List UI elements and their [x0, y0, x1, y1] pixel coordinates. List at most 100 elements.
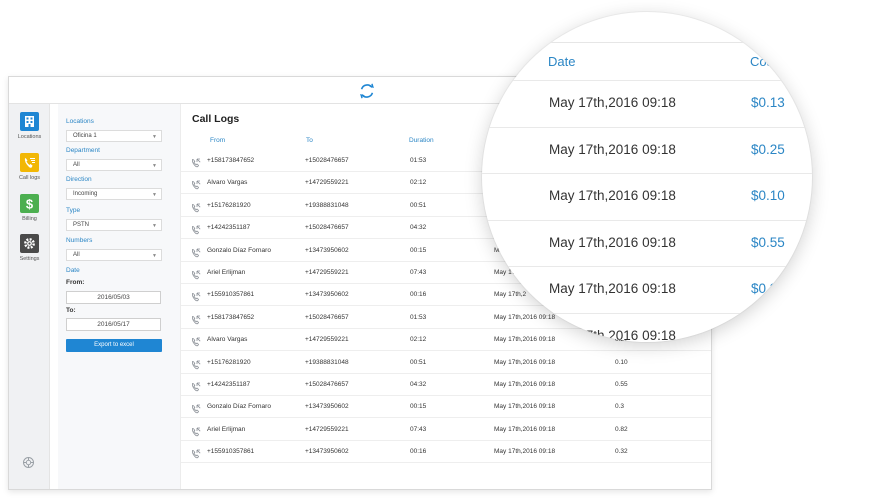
cell-from: +14242351187 — [207, 381, 251, 388]
cell-from: +15176281920 — [207, 358, 251, 366]
department-value: All — [73, 162, 80, 168]
cell-date: May 17th,2016 09:18 — [494, 381, 556, 388]
type-select[interactable]: PSTN ▼ — [66, 219, 162, 231]
page-title: Call Logs — [192, 113, 240, 125]
help-icon[interactable] — [22, 456, 35, 469]
cell-from: +158173847652 — [207, 157, 255, 164]
cell-duration: 02:12 — [410, 336, 427, 344]
magnified-date: May 17th,2016 09:18 — [549, 281, 676, 297]
cell-to: +13473950602 — [305, 246, 349, 254]
divider — [482, 42, 812, 43]
department-label: Department — [66, 147, 100, 154]
cell-to: +19388831048 — [305, 201, 349, 209]
cell-duration: 00:16 — [410, 291, 427, 299]
chevron-down-icon: ▼ — [152, 223, 157, 229]
gear-icon — [20, 234, 39, 253]
magnified-date: May 17th,2016 09:18 — [549, 95, 676, 110]
magnified-row: May 17th,2016 09:18 $0.10 — [482, 173, 812, 220]
nav-label-locations: Locations — [17, 134, 42, 140]
to-date-input[interactable]: 2016/05/17 — [66, 318, 161, 331]
cell-from: Gonzalo Díaz Fornaro — [207, 246, 271, 254]
cell-from: Ariel Erlijman — [207, 269, 246, 276]
cell-from: Alvaro Vargas — [207, 179, 248, 187]
incoming-call-icon — [191, 289, 201, 302]
magnified-date: May 17th,2016 09:18 — [549, 141, 676, 157]
magnified-row: May 17th,2016 09:18 $0.13 — [482, 80, 812, 127]
cell-cost: 0.10 — [615, 358, 628, 366]
column-header-to[interactable]: To — [306, 137, 313, 144]
magnified-date: May 17th,2016 09:18 — [549, 234, 676, 250]
nav-item-billing[interactable]: $ Billing — [9, 194, 50, 232]
table-row[interactable]: +14242351187 +15028476657 04:32 May 17th,20… — [181, 373, 711, 396]
from-date-input[interactable]: 2016/05/03 — [66, 291, 161, 304]
cell-cost: 0.3 — [615, 403, 625, 411]
nav-label-settings: Settings — [19, 256, 40, 262]
from-label: From: — [66, 279, 85, 286]
locations-value: Oficina 1 — [73, 133, 97, 139]
incoming-call-icon — [191, 357, 201, 369]
numbers-select[interactable]: All ▼ — [66, 249, 162, 261]
cell-date: May 17th,2016 09:18 — [494, 448, 556, 456]
direction-value: Incoming — [73, 191, 98, 197]
magnified-date: May 17th,2016 09:18 — [549, 328, 676, 342]
magnified-cost: $0.55 — [751, 234, 785, 250]
table-row[interactable]: Gonzalo Díaz Fornaro +13473950602 00:15 May… — [181, 395, 711, 419]
type-value: PSTN — [73, 222, 90, 228]
magnified-row: May 17th,2016 09:18 $0.3 — [482, 266, 812, 313]
cell-to: +15028476657 — [305, 157, 349, 164]
cell-date: May 17th,2016 09:18 — [494, 425, 556, 433]
cell-duration: 07:43 — [410, 425, 427, 433]
cell-to: +14729559221 — [305, 425, 349, 433]
cell-duration: 00:51 — [410, 201, 427, 209]
chevron-down-icon: ▼ — [152, 163, 157, 169]
table-row[interactable]: +155910357861 +13473950602 00:16 May 17th,2… — [181, 440, 711, 464]
column-header-duration[interactable]: Duration — [409, 137, 434, 144]
direction-select[interactable]: Incoming ▼ — [66, 188, 162, 200]
cell-duration: 02:12 — [410, 179, 427, 187]
cell-duration: 04:32 — [410, 224, 427, 232]
dollar-icon: $ — [20, 194, 39, 213]
to-label: To: — [66, 307, 76, 314]
date-label: Date — [66, 267, 80, 274]
locations-label: Locations — [66, 118, 94, 125]
table-row[interactable]: +15176281920 +19388831048 00:51 May 17th,20… — [181, 351, 711, 374]
cell-duration: 01:53 — [410, 157, 427, 164]
cell-cost: 0.32 — [615, 448, 628, 456]
department-select[interactable]: All ▼ — [66, 159, 162, 171]
incoming-call-icon — [191, 312, 201, 324]
column-header-from[interactable]: From — [210, 137, 225, 144]
incoming-call-icon — [191, 200, 201, 212]
magnified-cost: $0.3 — [751, 281, 778, 297]
cell-to: +13473950602 — [305, 448, 349, 456]
incoming-call-icon — [191, 446, 201, 459]
nav-item-settings[interactable]: Settings — [9, 234, 50, 272]
nav-label-call-logs: Call logs — [18, 175, 41, 181]
magnified-cost: $0.13 — [751, 95, 785, 110]
cell-cost: 0.55 — [615, 381, 628, 388]
cell-duration: 07:43 — [410, 269, 427, 276]
cell-duration: 00:51 — [410, 358, 427, 366]
table-row[interactable]: Ariel Erlijman +14729559221 07:43 May 17th,… — [181, 418, 711, 441]
nav-item-locations[interactable]: Locations — [9, 112, 50, 150]
magnified-row: May 17th,2016 09:18 $0.8 — [482, 313, 812, 342]
cell-to: +14729559221 — [305, 336, 349, 344]
export-button[interactable]: Export to excel — [66, 339, 162, 352]
cell-from: Gonzalo Díaz Fornaro — [207, 403, 271, 411]
locations-select[interactable]: Oficina 1 ▼ — [66, 130, 162, 142]
cell-from: +155910357861 — [207, 291, 255, 299]
cell-cost: 0.82 — [615, 425, 628, 433]
cell-to: +13473950602 — [305, 291, 349, 299]
magnified-row: May 17th,2016 09:18 $0.25 — [482, 126, 812, 174]
magnified-row: May 17th,2016 09:18 $0.55 — [482, 219, 812, 267]
incoming-call-icon — [191, 379, 201, 392]
cell-to: +15028476657 — [305, 313, 349, 321]
nav-item-call-logs[interactable]: Call logs — [9, 153, 50, 191]
cell-from: +15176281920 — [207, 201, 251, 209]
cell-from: Alvaro Vargas — [207, 336, 248, 344]
cell-to: +15028476657 — [305, 381, 349, 388]
left-nav: Locations Call logs $ Billing Settings — [9, 104, 50, 489]
refresh-icon[interactable] — [358, 82, 376, 100]
incoming-call-icon — [191, 155, 201, 168]
cell-duration: 01:53 — [410, 313, 427, 321]
magnifier-lens: Date Cost May 17th,2016 09:18 $0.13 May 17… — [482, 12, 812, 342]
